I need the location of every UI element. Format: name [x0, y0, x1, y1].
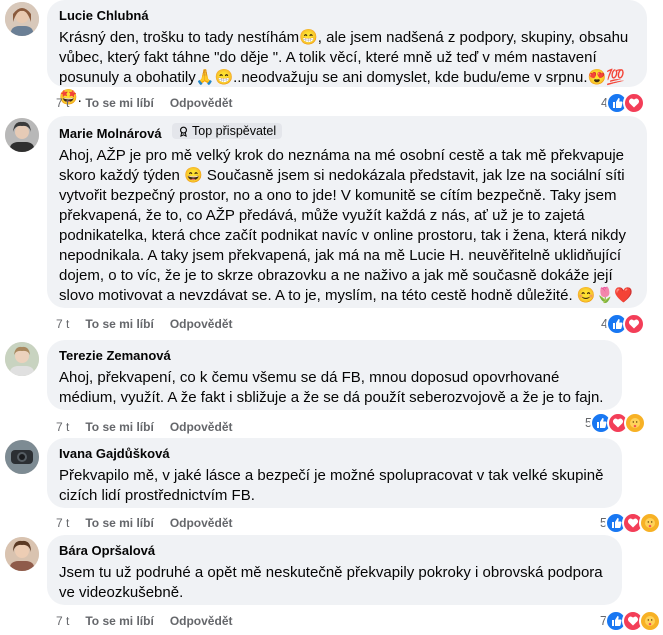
comment-bubble: Bára Opršalová Jsem tu už podruhé a opět… [47, 535, 622, 605]
comment-text: Jsem tu už podruhé a opět mě neskutečně … [59, 564, 603, 601]
reaction-summary[interactable]: 4 [601, 313, 645, 335]
like-button[interactable]: To se mi líbí [85, 420, 153, 434]
top-contributor-badge[interactable]: Top přispěvatel [172, 123, 283, 139]
comment-author[interactable]: Marie Molnárová [59, 126, 162, 141]
care-icon [623, 412, 646, 434]
love-icon [622, 92, 645, 114]
comment-time[interactable]: 7 t [56, 96, 69, 110]
avatar[interactable] [5, 2, 39, 36]
comment-bubble: Ivana Gajdůšková Překvapilo mě, v jaké l… [47, 438, 622, 508]
comment-author[interactable]: Terezie Zemanová [59, 348, 171, 363]
comment-time[interactable]: 7 t [56, 614, 69, 628]
comment-text: Ahoj, AŽP je pro mě velký krok do neznám… [59, 146, 633, 304]
reply-button[interactable]: Odpovědět [170, 420, 233, 434]
badge-label: Top přispěvatel [192, 124, 277, 138]
comment-actions: 7 t To se mi líbí Odpovědět [56, 516, 232, 530]
reply-button[interactable]: Odpovědět [170, 516, 233, 530]
like-button[interactable]: To se mi líbí [85, 317, 153, 331]
reply-button[interactable]: Odpovědět [170, 614, 233, 628]
comment-time[interactable]: 7 t [56, 420, 69, 434]
avatar[interactable] [5, 118, 39, 152]
avatar[interactable] [5, 440, 39, 474]
like-button[interactable]: To se mi líbí [85, 96, 153, 110]
comment-time[interactable]: 7 t [56, 516, 69, 530]
comment-author[interactable]: Bára Opršalová [59, 543, 155, 558]
comment-actions: 7 t To se mi líbí Odpovědět [56, 420, 232, 434]
comment-time[interactable]: 7 t [56, 317, 69, 331]
comment-text: Překvapilo mě, v jaké lásce a bezpečí je… [59, 467, 604, 504]
comment-actions: 7 t To se mi líbí Odpovědět [56, 317, 232, 331]
comment-bubble: Marie Molnárová Top přispěvatel Ahoj, AŽ… [47, 116, 647, 308]
reply-button[interactable]: Odpovědět [170, 317, 233, 331]
comment-actions: 7 t To se mi líbí Odpovědět [56, 96, 232, 110]
comment-actions: 7 t To se mi líbí Odpovědět [56, 614, 232, 628]
comment-bubble: Lucie Chlubná Krásný den, trošku to tady… [47, 0, 647, 106]
comment-author[interactable]: Ivana Gajdůšková [59, 446, 170, 461]
care-icon [638, 610, 661, 632]
care-icon [638, 512, 661, 534]
reaction-summary[interactable]: 5 [585, 412, 646, 434]
avatar[interactable] [5, 342, 39, 376]
reaction-summary[interactable]: 7 [600, 610, 661, 632]
love-icon [622, 313, 645, 335]
reaction-summary[interactable]: 5 [600, 512, 661, 534]
comment-author[interactable]: Lucie Chlubná [59, 8, 149, 23]
award-icon [180, 126, 188, 137]
like-button[interactable]: To se mi líbí [85, 516, 153, 530]
avatar[interactable] [5, 537, 39, 571]
reaction-summary[interactable]: 4 [601, 92, 645, 114]
comment-header: Marie Molnárová Top přispěvatel [59, 123, 635, 143]
comment-bubble: Terezie Zemanová Ahoj, překvapení, co k … [47, 340, 622, 410]
comment-text: Ahoj, překvapení, co k čemu všemu se dá … [59, 369, 604, 406]
like-button[interactable]: To se mi líbí [85, 614, 153, 628]
reply-button[interactable]: Odpovědět [170, 96, 233, 110]
